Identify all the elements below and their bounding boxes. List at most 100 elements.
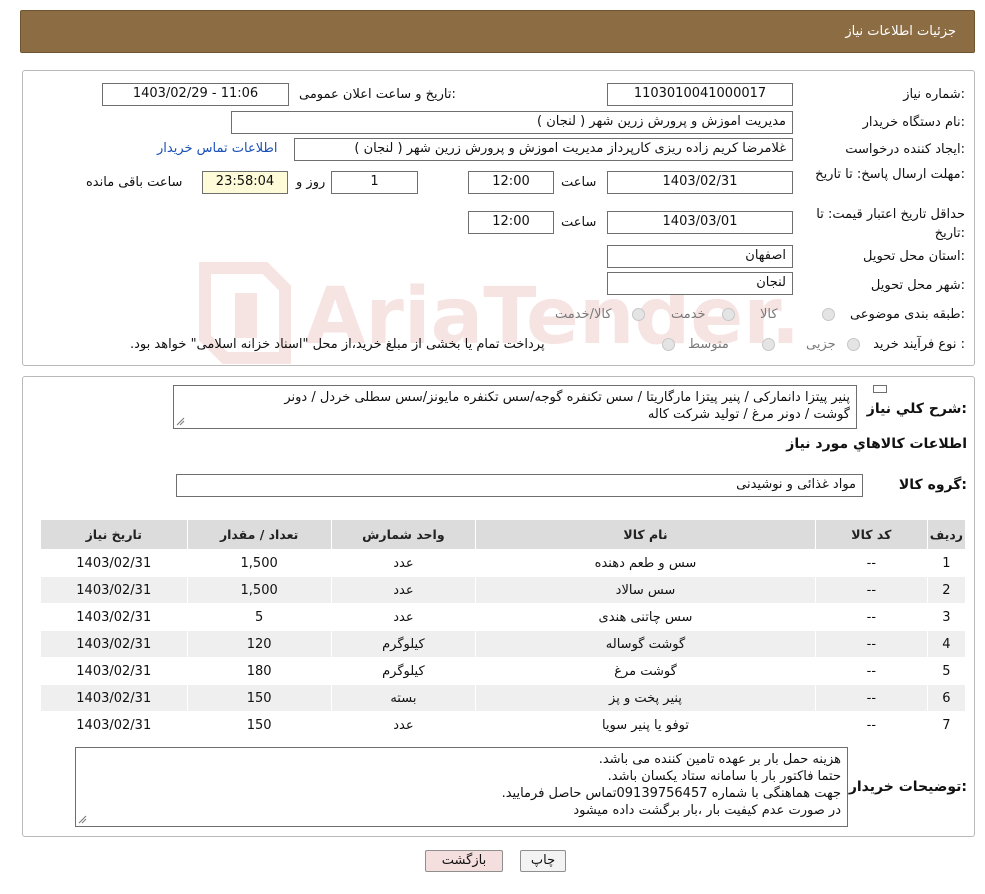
cell-item-code: -- [814,549,928,577]
deadline-time-label: ساعت [561,175,597,190]
summary-line-1: پنیر پیتزا دانمارکی / پنیر پیتزا مارگاری… [284,390,850,405]
process-option-minor: جزیی [806,337,836,352]
days-label: روز و [296,175,326,190]
buyer-note-line: در صورت عدم کیفیت بار ،بار برگشت داده می… [573,803,841,818]
table-row: 5 -- گوشت مرغ کیلوگرم 180 1403/02/31 [40,657,967,685]
process-option-medium: متوسط [688,337,729,352]
cell-need-date: 1403/02/31 [40,657,188,685]
cell-item-name: سس چاتنی هندی [475,603,816,631]
cell-item-name: پنیر پخت و پز [475,684,816,712]
cell-row-number: 6 [926,684,967,712]
col-item-code: کد کالا [814,519,928,550]
treasury-bond-notice: پرداخت تمام یا بخشی از مبلغ خرید،از محل … [130,337,545,352]
col-item-name: نام کالا [475,519,816,550]
cell-quantity: 5 [186,603,332,631]
col-need-date: تاریخ نیاز [40,519,188,550]
category-radio-goods[interactable] [822,308,835,321]
category-option-service: خدمت [671,307,706,322]
goods-group-field: مواد غذائی و نوشیدنی [176,474,863,497]
days-field: 1 [331,171,418,194]
deadline-time-field: 12:00 [468,171,554,194]
buyer-org-label: نام دستگاه خریدار: [862,115,965,130]
cell-row-number: 4 [926,630,967,658]
province-field: اصفهان [607,245,793,268]
goods-section-title: اطلاعات کالاهاي مورد نياز [786,436,967,452]
category-radio-service[interactable] [722,308,735,321]
cell-row-number: 3 [926,603,967,631]
col-row-number: ردیف [926,519,967,550]
remaining-time-field: 23:58:04 [202,171,288,194]
process-radio-minor[interactable] [847,338,860,351]
creator-field: غلامرضا کریم زاده ریزی کارپرداز مدیریت ا… [294,138,793,161]
print-button[interactable]: چاپ [520,850,566,872]
table-row: 4 -- گوشت گوساله کیلوگرم 120 1403/02/31 [40,630,967,658]
cell-row-number: 5 [926,657,967,685]
cell-quantity: 150 [186,711,332,739]
cell-row-number: 2 [926,576,967,604]
city-field: لنجان [607,272,793,295]
resize-grip-icon[interactable] [78,815,87,824]
buyer-note-line: جهت هماهنگی با شماره 09139756457تماس حاص… [501,786,841,801]
buyer-contact-link[interactable]: اطلاعات تماس خریدار [157,141,277,156]
cell-item-name: گوشت گوساله [475,630,816,658]
cell-need-date: 1403/02/31 [40,549,188,577]
cell-quantity: 120 [186,630,332,658]
cell-unit: عدد [330,711,477,739]
buyer-note-line: حتما فاکتور بار با سامانه ستاد یکسان باش… [607,769,841,784]
cell-item-code: -- [814,711,928,739]
cell-item-code: -- [814,603,928,631]
cell-row-number: 7 [926,711,967,739]
validity-date-field: 1403/03/01 [607,211,793,234]
cell-quantity: 180 [186,657,332,685]
cell-need-date: 1403/02/31 [40,576,188,604]
process-type-label: نوع فرآیند خرید : [873,337,965,352]
cell-quantity: 150 [186,684,332,712]
cell-need-date: 1403/02/31 [40,630,188,658]
buyer-org-field: مدیریت اموزش و پرورش زرین شهر ( لنجان ) [231,111,793,134]
col-quantity: تعداد / مقدار [186,519,332,550]
resize-grip-icon[interactable] [176,417,185,426]
category-label: طبقه بندی موضوعی: [849,307,965,322]
cell-item-name: سس سالاد [475,576,816,604]
buyer-notes-label: توضیحات خریدار: [848,779,967,795]
cell-item-code: -- [814,657,928,685]
need-number-field: 1103010041000017 [607,83,793,106]
cell-row-number: 1 [926,549,967,577]
process-radio-medium[interactable] [762,338,775,351]
cell-need-date: 1403/02/31 [40,603,188,631]
deadline-label: مهلت ارسال پاسخ: تا تاریخ: [815,167,965,182]
validity-label: حداقل تاریخ اعتبار قیمت: تا تاریخ: [816,207,965,241]
cell-item-name: سس و طعم دهنده [475,549,816,577]
cell-quantity: 1,500 [186,576,332,604]
category-radio-goods-service[interactable] [632,308,645,321]
category-option-goods: کالا [760,307,778,322]
col-unit: واحد شمارش [330,519,477,550]
table-row: 3 -- سس چاتنی هندی عدد 5 1403/02/31 [40,603,967,631]
announce-datetime-field: 1403/02/29 - 11:06 [102,83,289,106]
goods-table-header: ردیف کد کالا نام کالا واحد شمارش تعداد /… [40,519,967,550]
deadline-date-field: 1403/02/31 [607,171,793,194]
cell-unit: کیلوگرم [330,630,477,658]
cell-item-name: توفو یا پنیر سویا [475,711,816,739]
buyer-notes-textarea[interactable]: هزینه حمل بار بر عهده تامین کننده می باش… [75,747,848,827]
cell-need-date: 1403/02/31 [40,711,188,739]
cell-item-name: گوشت مرغ [475,657,816,685]
summary-textarea[interactable]: پنیر پیتزا دانمارکی / پنیر پیتزا مارگاری… [173,385,857,429]
cell-item-code: -- [814,630,928,658]
announce-label: تاریخ و ساعت اعلان عمومی: [299,87,456,102]
cell-unit: بسته [330,684,477,712]
need-number-label: شماره نیاز: [903,87,965,102]
summary-line-2: گوشت / دونر مرغ / تولید شرکت کاله [647,407,850,422]
treasury-bond-checkbox[interactable] [662,338,675,351]
back-button[interactable]: بازگشت [425,850,503,872]
creator-label: ایجاد کننده درخواست: [845,142,965,157]
cell-unit: عدد [330,549,477,577]
cell-unit: کیلوگرم [330,657,477,685]
page-header: جزئیات اطلاعات نیاز [20,10,975,53]
cell-quantity: 1,500 [186,549,332,577]
cell-item-code: -- [814,684,928,712]
buyer-note-line: هزینه حمل بار بر عهده تامین کننده می باش… [598,752,841,767]
cell-unit: عدد [330,576,477,604]
table-row: 1 -- سس و طعم دهنده عدد 1,500 1403/02/31 [40,549,967,577]
cell-item-code: -- [814,576,928,604]
